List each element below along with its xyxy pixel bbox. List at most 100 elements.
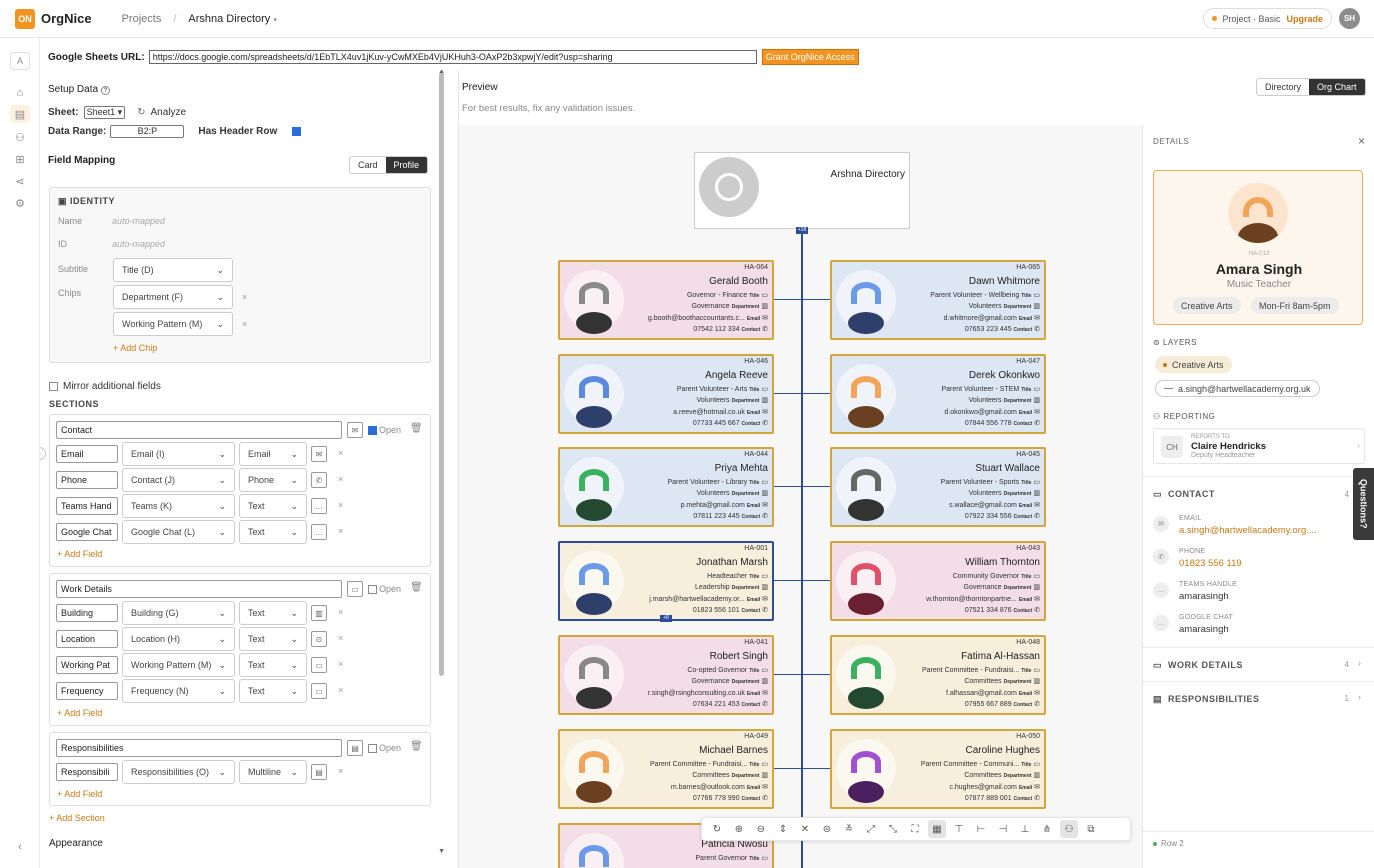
field-type-select[interactable]: Text ⌄	[239, 494, 307, 518]
open-checkbox[interactable]	[368, 426, 377, 435]
field-column-select[interactable]: Location (H) ⌄	[122, 627, 235, 651]
employee-card[interactable]: HA-044 Priya Mehta Parent Volunteer - Libr…	[558, 447, 774, 527]
employee-card[interactable]: HA-045 Stuart Wallace Parent Volunteer - S…	[830, 447, 1046, 527]
employee-card[interactable]: HA-043 William Thornton Community Governor…	[830, 541, 1046, 621]
field-column-select[interactable]: Contact (J) ⌄	[122, 468, 235, 492]
field-type-select[interactable]: Text ⌄	[239, 679, 307, 703]
remove-field-icon[interactable]: ×	[338, 685, 343, 695]
upgrade-link[interactable]: Upgrade	[1286, 14, 1323, 24]
chip-select-1[interactable]: Department (F) ⌄	[113, 285, 233, 309]
root-node[interactable]: Arshna Directory	[694, 152, 910, 229]
building-icon[interactable]: ▥	[311, 605, 327, 621]
field-label-input[interactable]: Responsibili	[56, 763, 118, 781]
chip-select-2[interactable]: Working Pattern (M) ⌄	[113, 312, 233, 336]
compress-icon[interactable]: ≚	[840, 820, 858, 838]
analyze-button[interactable]: Analyze	[151, 107, 187, 118]
setup-scrollbar[interactable]	[439, 72, 444, 676]
trash-icon[interactable]: 🗑	[410, 582, 423, 593]
employee-card[interactable]: HA-065 Dawn Whitmore Parent Volunteer - We…	[830, 260, 1046, 340]
field-type-select[interactable]: Text ⌄	[239, 520, 307, 544]
layers-icon[interactable]: ⧉	[1082, 820, 1100, 838]
field-column-select[interactable]: Frequency (N) ⌄	[122, 679, 235, 703]
remove-field-icon[interactable]: ×	[338, 607, 343, 617]
zoom-in-icon[interactable]: ⊕	[730, 820, 748, 838]
chat-icon[interactable]: …	[311, 524, 327, 540]
email-value[interactable]: a.singh@hartwellacademy.org....	[1179, 525, 1317, 536]
directory-tab[interactable]: Directory	[1257, 79, 1309, 95]
trash-icon[interactable]: 🗑	[410, 741, 423, 752]
location-pin-icon[interactable]: ⊙	[311, 631, 327, 647]
email-icon[interactable]: ✉	[347, 422, 363, 438]
layer-chip-department[interactable]: Creative Arts	[1155, 356, 1232, 373]
field-type-select[interactable]: Text ⌄	[239, 627, 307, 651]
mail-icon[interactable]: ✉	[311, 446, 327, 462]
appearance-heading[interactable]: Appearance	[49, 838, 103, 849]
field-label-input[interactable]: Building	[56, 604, 118, 622]
user-settings-icon[interactable]: ⚙	[10, 194, 30, 212]
field-type-select[interactable]: Text ⌄	[239, 653, 307, 677]
share-icon[interactable]: ⋖	[10, 172, 30, 190]
phone-value[interactable]: 01823 556 119	[1179, 558, 1242, 569]
remove-field-icon[interactable]: ×	[338, 659, 343, 669]
list-icon[interactable]: ▤	[311, 764, 327, 780]
field-type-select[interactable]: Text ⌄	[239, 601, 307, 625]
refresh-icon[interactable]: ↻	[137, 107, 145, 118]
field-label-input[interactable]: Working Pat	[56, 656, 118, 674]
profile-tab[interactable]: Profile	[385, 157, 428, 173]
align-right-icon[interactable]: ⊣	[994, 820, 1012, 838]
field-label-input[interactable]: Google Chat	[56, 523, 118, 541]
section-name-input[interactable]: Responsibilities	[56, 739, 342, 757]
field-label-input[interactable]: Email	[56, 445, 118, 463]
add-chip-link[interactable]: + Add Chip	[113, 343, 157, 353]
calendar-icon[interactable]: ▭	[311, 657, 327, 673]
fit-icon[interactable]: ⛶	[906, 820, 924, 838]
range-input[interactable]: B2:P	[110, 125, 185, 138]
field-column-select[interactable]: Building (G) ⌄	[122, 601, 235, 625]
employee-card[interactable]: HA-064 Gerald Booth Governor - Finance Tit…	[558, 260, 774, 340]
employee-card[interactable]: HA-048 Fatima Al-Hassan Parent Committee -…	[830, 635, 1046, 715]
responsibilities-heading[interactable]: ▤ RESPONSIBILITIES	[1153, 694, 1260, 705]
header-row-checkbox[interactable]	[292, 127, 302, 136]
field-type-select[interactable]: Email ⌄	[239, 442, 307, 466]
employee-card[interactable]: HA-001 Jonathan Marsh Headteacher Title ▭ L…	[558, 541, 774, 621]
field-column-select[interactable]: Teams (K) ⌄	[122, 494, 235, 518]
trash-icon[interactable]: 🗑	[410, 423, 423, 434]
field-label-input[interactable]: Teams Hand	[56, 497, 118, 515]
app-logo[interactable]: ON	[15, 8, 35, 29]
data-source-icon[interactable]: ▤	[10, 105, 30, 123]
exit-fullscreen-icon[interactable]: ⤡	[884, 820, 902, 838]
collapse-icon[interactable]: ✕	[796, 820, 814, 838]
chat-icon[interactable]: …	[311, 498, 327, 514]
user-avatar[interactable]: SH	[1339, 8, 1360, 29]
chevron-right-icon[interactable]: ›	[1358, 658, 1361, 668]
add-field-link[interactable]: + Add Field	[57, 708, 102, 718]
subtitle-select[interactable]: Title (D) ⌄	[113, 258, 233, 282]
employee-card[interactable]: HA-050 Caroline Hughes Parent Committee - …	[830, 729, 1046, 809]
fullscreen-icon[interactable]: ⤢	[862, 820, 880, 838]
employee-card[interactable]: HA-049 Michael Barnes Parent Committee - F…	[558, 729, 774, 809]
remove-field-icon[interactable]: ×	[338, 500, 343, 510]
scroll-up-icon[interactable]: ▲	[438, 70, 445, 75]
zoom-out-icon[interactable]: ⊖	[752, 820, 770, 838]
close-icon[interactable]: ×	[1358, 134, 1365, 148]
field-column-select[interactable]: Working Pattern (M) ⌄	[122, 653, 235, 677]
employee-card[interactable]: HA-047 Derek Okonkwo Parent Volunteer - ST…	[830, 354, 1046, 434]
align-bottom-icon[interactable]: ⊥	[1016, 820, 1034, 838]
add-field-link[interactable]: + Add Field	[57, 789, 102, 799]
mirror-checkbox[interactable]	[49, 382, 58, 391]
section-name-input[interactable]: Work Details	[56, 580, 342, 598]
hierarchy-icon[interactable]: ⋔	[1038, 820, 1056, 838]
breadcrumb-current[interactable]: Arshna Directory ▾	[188, 13, 277, 25]
add-field-link[interactable]: + Add Field	[57, 549, 102, 559]
remove-field-icon[interactable]: ×	[338, 448, 343, 458]
briefcase-icon[interactable]: ▭	[347, 581, 363, 597]
remove-field-icon[interactable]: ×	[338, 633, 343, 643]
field-column-select[interactable]: Email (I) ⌄	[122, 442, 235, 466]
reset-icon[interactable]: ↻	[708, 820, 726, 838]
help-icon[interactable]: ?	[100, 86, 110, 95]
card-tab[interactable]: Card	[350, 157, 386, 173]
expand-panel-icon[interactable]: ›	[40, 447, 46, 460]
grant-access-button[interactable]: Grant OrgNice Access	[761, 49, 859, 65]
field-type-select[interactable]: Phone ⌄	[239, 468, 307, 492]
collapse-rail-icon[interactable]: ‹	[10, 838, 30, 856]
